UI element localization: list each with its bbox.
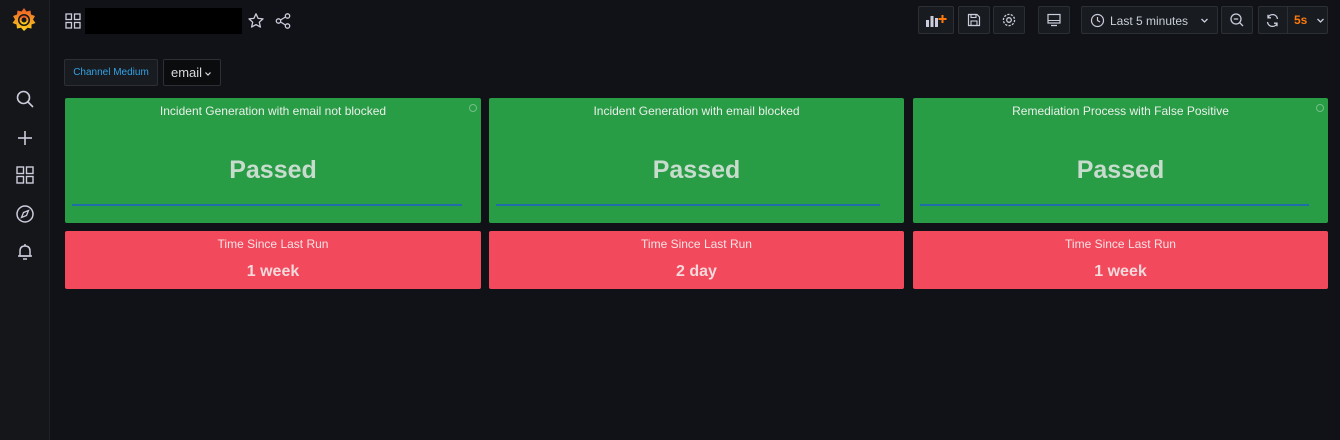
alerting-bell-icon[interactable] xyxy=(15,242,35,262)
sidebar xyxy=(0,0,50,440)
panel-title: Time Since Last Run xyxy=(1065,237,1176,251)
panel-value: 2 day xyxy=(676,263,717,280)
sparkline xyxy=(72,204,462,206)
sparkline xyxy=(496,204,880,206)
variable-value: email xyxy=(171,65,203,80)
refresh-picker[interactable]: 5s xyxy=(1258,6,1328,34)
panel-value: 1 week xyxy=(246,263,300,280)
dashboards-icon[interactable] xyxy=(15,165,35,185)
zoom-out-button[interactable] xyxy=(1221,6,1253,34)
search-icon[interactable] xyxy=(15,89,35,109)
time-since-last-run-panel-2[interactable]: Time Since Last Run 2 day xyxy=(489,231,904,289)
save-icon xyxy=(967,13,981,27)
panel-title: Time Since Last Run xyxy=(641,237,752,251)
sparkline xyxy=(920,204,1309,206)
share-icon[interactable] xyxy=(274,12,292,30)
loading-indicator-icon xyxy=(469,104,477,112)
dashboard-title[interactable] xyxy=(85,8,242,34)
star-icon[interactable] xyxy=(247,12,265,30)
add-panel-icon xyxy=(926,15,947,27)
dashboard-settings-button[interactable] xyxy=(993,6,1025,34)
panel-value: 1 week xyxy=(1094,263,1147,280)
loading-indicator-icon xyxy=(1316,104,1324,112)
stat-panel-email-blocked[interactable]: Incident Generation with email blocked P… xyxy=(489,98,904,223)
time-since-last-run-panel-3[interactable]: Time Since Last Run 1 week xyxy=(913,231,1328,289)
monitor-icon xyxy=(1047,13,1061,27)
variable-label-channel-medium: Channel Medium xyxy=(64,59,158,86)
gear-icon xyxy=(1002,13,1016,27)
main-content: Last 5 minutes 5s Channel Medium email I… xyxy=(50,0,1340,440)
save-dashboard-button[interactable] xyxy=(958,6,990,34)
panel-value: Passed xyxy=(652,156,741,184)
plus-icon[interactable] xyxy=(15,128,35,148)
refresh-icon[interactable] xyxy=(1265,13,1280,28)
panel-value: Passed xyxy=(1076,156,1165,184)
zoom-out-icon xyxy=(1230,13,1244,27)
panel-title: Time Since Last Run xyxy=(217,237,329,251)
time-since-last-run-panel-1[interactable]: Time Since Last Run 1 week xyxy=(65,231,481,289)
panel-title: Remediation Process with False Positive xyxy=(1012,104,1229,118)
dashboard-navbar: Last 5 minutes 5s xyxy=(50,0,1340,44)
explore-compass-icon[interactable] xyxy=(15,204,35,224)
panel-value: Passed xyxy=(229,156,317,184)
stat-panel-email-not-blocked[interactable]: Incident Generation with email not block… xyxy=(65,98,481,223)
refresh-interval[interactable]: 5s xyxy=(1294,13,1307,27)
stat-panel-false-positive[interactable]: Remediation Process with False Positive … xyxy=(913,98,1328,223)
clock-icon xyxy=(1090,13,1105,28)
dashboard-grid-icon[interactable] xyxy=(64,12,82,30)
cycle-view-mode-button[interactable] xyxy=(1038,6,1070,34)
refresh-divider xyxy=(1287,7,1288,33)
time-range-picker[interactable]: Last 5 minutes xyxy=(1081,6,1218,34)
time-range-label: Last 5 minutes xyxy=(1110,14,1189,28)
chevron-down-icon xyxy=(205,72,211,76)
variable-select-channel-medium[interactable]: email xyxy=(163,59,221,86)
chevron-down-icon xyxy=(1201,18,1208,23)
grafana-logo-icon[interactable] xyxy=(10,6,38,34)
chevron-down-icon[interactable] xyxy=(1316,16,1325,25)
panel-title: Incident Generation with email blocked xyxy=(593,104,800,118)
add-panel-button[interactable] xyxy=(918,6,954,34)
panel-title: Incident Generation with email not block… xyxy=(159,104,387,118)
